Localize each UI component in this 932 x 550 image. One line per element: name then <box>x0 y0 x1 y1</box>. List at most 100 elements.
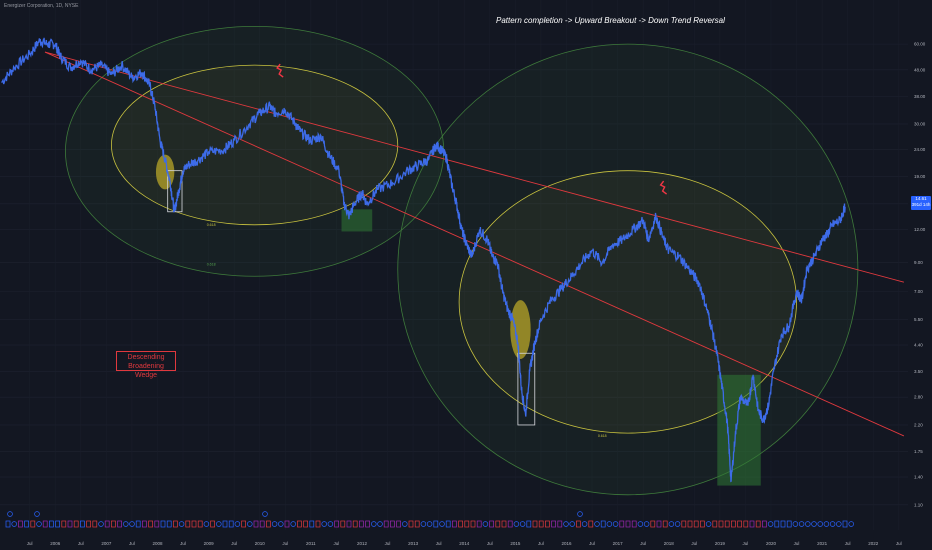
event-marker <box>24 520 29 528</box>
x-tick-label: Jul <box>385 541 391 546</box>
event-marker <box>49 520 54 528</box>
event-marker <box>577 511 583 517</box>
event-marker <box>359 520 364 528</box>
x-tick-label: 2012 <box>357 541 368 546</box>
event-marker <box>476 520 482 528</box>
event-marker <box>309 520 315 528</box>
event-markers-row <box>5 511 854 528</box>
x-tick-label: 2020 <box>766 541 777 546</box>
event-marker <box>420 521 427 527</box>
event-marker <box>600 520 606 528</box>
x-tick-label: Jul <box>27 541 33 546</box>
event-marker <box>643 521 650 527</box>
x-tick-label: 2008 <box>152 541 163 546</box>
y-tick-label: 7.00 <box>914 289 923 294</box>
event-marker <box>519 521 526 527</box>
symbol-info[interactable]: Energizer Corporation, 1D, NYSE <box>4 3 78 9</box>
event-marker <box>656 520 662 528</box>
x-tick-label: Jul <box>743 541 749 546</box>
event-marker <box>693 520 699 528</box>
event-marker <box>650 520 656 528</box>
x-tick-label: Jul <box>436 541 442 546</box>
event-marker <box>117 520 122 528</box>
event-marker <box>18 520 23 528</box>
event-marker <box>352 520 358 528</box>
event-marker <box>5 520 11 528</box>
y-tick-label: 60.00 <box>914 42 926 47</box>
event-marker <box>705 521 712 527</box>
event-marker <box>321 521 327 527</box>
price-axis[interactable]: 100.0060.0048.0038.0030.0024.0019.0015.0… <box>914 0 928 508</box>
x-tick-label: 2009 <box>204 541 215 546</box>
fib-level-label: 0.618 <box>207 223 216 227</box>
x-tick-label: Jul <box>282 541 288 546</box>
event-marker <box>700 520 705 528</box>
event-marker <box>271 521 278 527</box>
event-marker <box>737 520 742 528</box>
price-chart[interactable]: 0.6180.6180.618 100.0060.0048.0038.0030.… <box>0 0 932 550</box>
event-marker <box>842 520 848 528</box>
y-tick-label: 9.00 <box>914 260 923 265</box>
event-marker <box>576 520 581 528</box>
x-tick-label: 2011 <box>306 541 316 546</box>
event-marker <box>34 511 40 517</box>
event-marker <box>829 521 836 527</box>
event-marker <box>414 520 420 528</box>
event-marker <box>210 520 215 528</box>
y-tick-label: 24.00 <box>914 147 926 152</box>
event-marker <box>61 520 67 528</box>
event-marker <box>297 520 302 528</box>
x-tick-label: 2019 <box>715 541 726 546</box>
event-marker <box>762 520 767 528</box>
event-marker <box>681 520 687 528</box>
event-marker <box>247 521 253 527</box>
y-tick-label: 1.75 <box>914 449 923 454</box>
x-tick-label: 2015 <box>510 541 521 546</box>
x-tick-label: Jul <box>691 541 697 546</box>
x-tick-label: 2018 <box>664 541 675 546</box>
y-tick-label: 30.00 <box>914 121 926 126</box>
event-marker <box>160 520 166 528</box>
event-marker <box>315 520 321 528</box>
event-marker <box>755 520 761 528</box>
y-tick-label: 2.20 <box>914 422 923 427</box>
last-price-tag: 14.61 391d 14h <box>911 196 931 210</box>
event-marker <box>569 521 575 527</box>
x-tick-label: Jul <box>640 541 646 546</box>
x-tick-label: Jul <box>180 541 186 546</box>
event-marker <box>513 521 520 527</box>
x-tick-label: Jul <box>231 541 237 546</box>
event-marker <box>234 521 241 527</box>
event-marker <box>798 521 805 527</box>
event-marker <box>222 520 228 528</box>
time-axis[interactable]: Jul 2006 Jul 2007 Jul 2008 Jul 2009 Jul 2010 Jul 20… <box>27 541 902 546</box>
y-tick-label: 38.00 <box>914 94 926 99</box>
y-tick-label: 1.40 <box>914 475 923 480</box>
event-marker <box>55 520 60 528</box>
pattern-headline: Pattern completion -> Upward Breakout ->… <box>496 16 725 25</box>
event-marker <box>637 521 644 527</box>
event-marker <box>482 521 489 527</box>
event-marker <box>606 521 613 527</box>
event-marker <box>402 521 408 527</box>
pattern-label-box[interactable]: Descending Broadening Wedge <box>116 351 176 379</box>
event-marker <box>42 520 48 528</box>
x-tick-label: Jul <box>334 541 340 546</box>
x-tick-label: 2013 <box>408 541 419 546</box>
event-marker <box>104 520 110 528</box>
event-marker <box>262 511 268 517</box>
y-tick-label: 12.00 <box>914 227 926 232</box>
x-tick-label: 2010 <box>255 541 266 546</box>
event-marker <box>712 520 718 528</box>
event-marker <box>557 520 563 528</box>
event-marker <box>408 520 414 528</box>
event-marker <box>303 520 308 528</box>
event-marker <box>377 521 383 527</box>
event-marker <box>619 520 625 528</box>
event-marker <box>805 521 811 527</box>
x-tick-label: 2021 <box>817 541 828 546</box>
event-marker <box>111 520 116 528</box>
x-tick-label: Jul <box>896 541 902 546</box>
event-marker <box>581 521 588 527</box>
x-tick-label: 2014 <box>459 541 470 546</box>
